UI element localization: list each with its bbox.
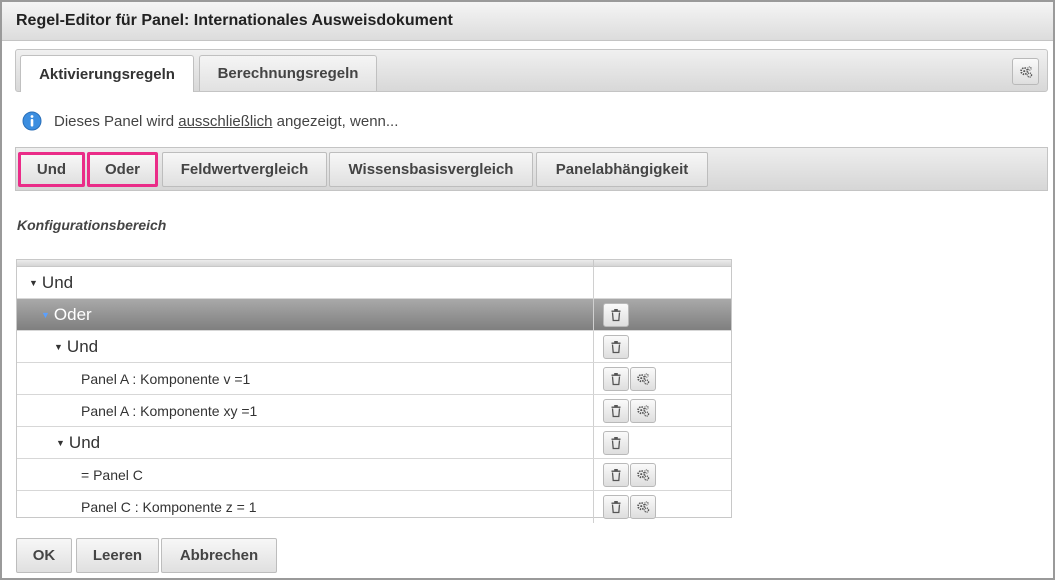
tree-row[interactable]: Panel C : Komponente z = 1 xyxy=(17,491,731,523)
tab-bar: Aktivierungsregeln Berechnungsregeln xyxy=(15,49,1048,92)
delete-button[interactable] xyxy=(603,399,629,423)
row-actions xyxy=(593,395,732,426)
gears-icon xyxy=(637,373,650,385)
node-text: Oder xyxy=(53,304,92,324)
gears-icon xyxy=(637,501,650,513)
delete-button[interactable] xyxy=(603,335,629,359)
trash-icon xyxy=(611,437,621,450)
tree-row[interactable]: ▼ Und xyxy=(17,331,731,363)
settings-button[interactable] xyxy=(1012,58,1039,85)
row-actions xyxy=(593,427,732,458)
delete-button[interactable] xyxy=(603,495,629,519)
tab-activation-rules[interactable]: Aktivierungsregeln xyxy=(20,55,194,92)
or-button[interactable]: Oder xyxy=(87,152,158,187)
delete-button[interactable] xyxy=(603,431,629,455)
edit-settings-button[interactable] xyxy=(630,399,656,423)
tree-node-label: ▼ Und xyxy=(17,267,593,298)
gears-icon xyxy=(637,469,650,481)
trash-icon xyxy=(611,469,621,482)
tree-leaf-label: Panel C : Komponente z = 1 xyxy=(81,499,257,515)
caret-down-icon[interactable]: ▼ xyxy=(56,438,65,448)
field-value-comparison-button[interactable]: Feldwertvergleich xyxy=(162,152,327,187)
node-text: Und xyxy=(68,432,101,452)
trash-icon xyxy=(611,309,621,322)
tree-leaf-label: Panel A : Komponente xy =1 xyxy=(81,402,258,419)
configuration-area-label: Konfigurationsbereich xyxy=(17,217,167,233)
tree-node-label: ▼ Und xyxy=(17,427,593,458)
tree-row[interactable]: = Panel C xyxy=(17,459,731,491)
operator-toolbar: Und Oder Feldwertvergleich Wissensbasisv… xyxy=(15,147,1048,191)
info-text-before: Dieses Panel wird xyxy=(54,112,175,130)
tree-node-label: ▼ Und xyxy=(17,331,593,362)
panel-dependency-button[interactable]: Panelabhängigkeit xyxy=(536,152,708,187)
tree-row-selected[interactable]: ▼ Oder xyxy=(17,299,731,331)
trash-icon xyxy=(611,373,621,386)
info-text-after: angezeigt, wenn... xyxy=(276,112,399,130)
delete-button[interactable] xyxy=(603,463,629,487)
cancel-button[interactable]: Abbrechen xyxy=(161,538,277,573)
node-text: Und xyxy=(66,336,99,356)
info-message: Dieses Panel wird ausschließlich angezei… xyxy=(22,110,398,132)
row-actions xyxy=(593,491,732,523)
trash-icon xyxy=(611,341,621,354)
row-actions xyxy=(593,267,732,298)
tab-calculation-rules[interactable]: Berechnungsregeln xyxy=(199,55,377,91)
rule-tree: ▼ Und ▼ Oder ▼ Und Panel A: Komponente … xyxy=(16,259,732,523)
edit-settings-button[interactable] xyxy=(630,463,656,487)
edit-settings-button[interactable] xyxy=(630,367,656,391)
caret-down-icon[interactable]: ▼ xyxy=(41,310,50,320)
window-title: Regel-Editor für Panel: Internationales … xyxy=(16,12,453,29)
edit-settings-button[interactable] xyxy=(630,495,656,519)
caret-down-icon[interactable]: ▼ xyxy=(29,278,38,288)
delete-button[interactable] xyxy=(603,367,629,391)
gears-icon xyxy=(1019,65,1032,78)
row-actions xyxy=(593,331,732,362)
rule-editor-dialog: Regel-Editor für Panel: Internationales … xyxy=(0,0,1055,580)
info-link-exclusive[interactable]: ausschließlich xyxy=(178,113,272,130)
row-actions xyxy=(593,459,732,490)
tree-row[interactable]: Panel A : Komponente xy =1 xyxy=(17,395,731,427)
node-text: Und xyxy=(41,272,74,292)
trash-icon xyxy=(611,405,621,418)
tree-row[interactable]: ▼ Und xyxy=(17,427,731,459)
row-actions xyxy=(593,363,732,394)
tree-leaf-label: = Panel C xyxy=(81,466,143,483)
trash-icon xyxy=(611,501,621,514)
info-icon xyxy=(22,111,42,131)
knowledge-base-comparison-button[interactable]: Wissensbasisvergleich xyxy=(329,152,533,187)
caret-down-icon[interactable]: ▼ xyxy=(54,342,63,352)
and-button[interactable]: Und xyxy=(18,152,85,187)
tree-row[interactable]: Panel A : Komponente v =1 xyxy=(17,363,731,395)
gears-icon xyxy=(637,405,650,417)
tree-leaf-label: Panel A : Komponente v =1 xyxy=(81,370,251,387)
tree-node-label: ▼ Oder xyxy=(17,299,593,330)
ok-button[interactable]: OK xyxy=(16,538,72,573)
title-bar: Regel-Editor für Panel: Internationales … xyxy=(2,2,1053,41)
delete-button[interactable] xyxy=(603,303,629,327)
clear-button[interactable]: Leeren xyxy=(76,538,159,573)
tree-header xyxy=(17,260,731,267)
tree-row[interactable]: ▼ Und xyxy=(17,267,731,299)
row-actions xyxy=(593,299,732,330)
